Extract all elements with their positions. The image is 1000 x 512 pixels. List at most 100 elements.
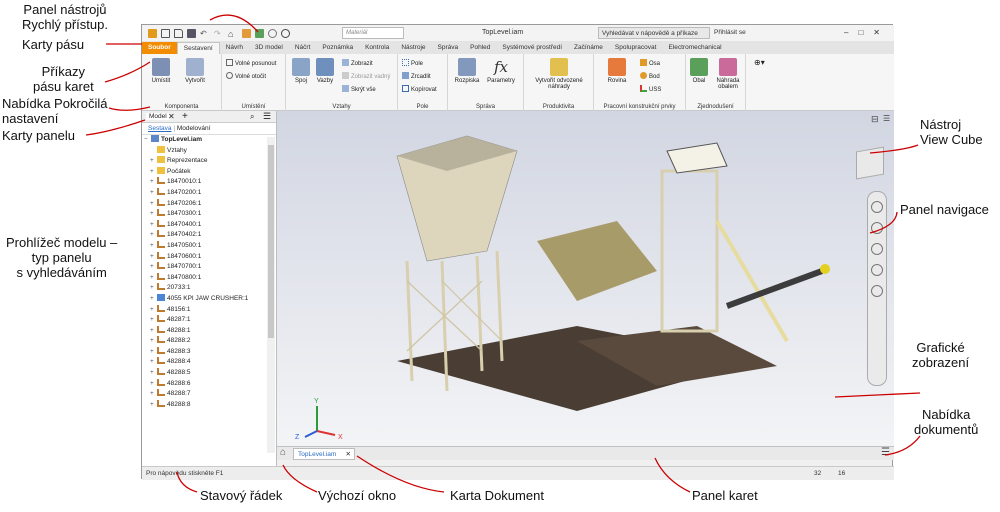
pan-icon[interactable] bbox=[871, 222, 883, 234]
expand-icon[interactable]: + bbox=[150, 273, 157, 284]
show-sick-button[interactable]: Zobrazit vadný bbox=[342, 72, 390, 80]
document-tab[interactable]: TopLevel.iam ✕ bbox=[293, 448, 355, 460]
shrinkwrap-substitute-button[interactable]: Náhrada obalem bbox=[712, 58, 744, 90]
app-logo-icon[interactable] bbox=[148, 28, 157, 38]
tree-item[interactable]: +48288:1 bbox=[144, 325, 276, 337]
tab-annotate[interactable]: Poznámka bbox=[316, 42, 359, 54]
expand-icon[interactable]: + bbox=[150, 199, 157, 210]
point-button[interactable]: Bod bbox=[640, 72, 660, 80]
view-menu-icon[interactable]: ☰ bbox=[883, 114, 890, 123]
tree-item[interactable]: +18470700:1 bbox=[144, 262, 276, 273]
tab-file[interactable]: Soubor bbox=[142, 42, 177, 54]
subtab-modeling[interactable]: Modelování bbox=[177, 125, 211, 132]
expand-icon[interactable]: + bbox=[150, 188, 157, 199]
plane-button[interactable]: Rovina bbox=[602, 58, 632, 84]
redo-icon[interactable]: ↷ bbox=[214, 29, 224, 38]
undo-icon[interactable]: ↶ bbox=[200, 29, 210, 38]
tab-sketch[interactable]: Náčrt bbox=[289, 42, 317, 54]
expand-icon[interactable]: + bbox=[150, 283, 157, 294]
help-search-input[interactable]: Vyhledávat v nápovědě a příkaze bbox=[598, 27, 710, 39]
constrain-button[interactable]: Vazby bbox=[310, 58, 340, 84]
expand-icon[interactable]: + bbox=[150, 177, 157, 188]
tree-item[interactable]: +48288:2 bbox=[144, 336, 276, 347]
panel-title[interactable]: Zjednodušení bbox=[686, 104, 745, 110]
hide-all-button[interactable]: Skrýt vše bbox=[342, 85, 376, 93]
search-icon[interactable]: ⌕ bbox=[250, 112, 254, 122]
zoom-icon[interactable] bbox=[871, 243, 883, 255]
subtab-assembly[interactable]: Sestava bbox=[148, 125, 172, 132]
appearance-icon[interactable] bbox=[268, 28, 277, 38]
menu-icon[interactable]: ☰ bbox=[263, 111, 271, 122]
expand-icon[interactable]: + bbox=[150, 326, 157, 337]
tab-3d-model[interactable]: 3D model bbox=[249, 42, 289, 54]
expand-icon[interactable]: + bbox=[150, 209, 157, 220]
tree-item[interactable]: +48288:4 bbox=[144, 357, 276, 368]
full-navigation-wheel-icon[interactable] bbox=[871, 201, 883, 213]
document-menu-icon[interactable]: ☰ bbox=[881, 447, 890, 458]
shrinkwrap-button[interactable]: Obal bbox=[688, 58, 710, 84]
tree-item[interactable]: +48156:1 bbox=[144, 304, 276, 316]
tree-item[interactable]: +48288:5 bbox=[144, 368, 276, 379]
expand-icon[interactable]: + bbox=[150, 336, 157, 347]
look-at-icon[interactable] bbox=[871, 285, 883, 297]
expand-icon[interactable]: + bbox=[150, 379, 157, 390]
project-icon[interactable] bbox=[255, 28, 264, 38]
tree-item[interactable]: +18470402:1 bbox=[144, 230, 276, 241]
material-combo[interactable]: Materiál bbox=[342, 27, 404, 39]
expand-icon[interactable]: + bbox=[150, 389, 157, 400]
parameters-button[interactable]: fx Parametry bbox=[486, 58, 516, 84]
tree-item[interactable]: +4055 KPI JAW CRUSHER:1 bbox=[144, 293, 276, 305]
graphics-window[interactable]: Y X Z ⊟ ☰ bbox=[277, 111, 894, 446]
expand-icon[interactable]: + bbox=[150, 156, 157, 167]
expand-icon[interactable]: + bbox=[150, 220, 157, 231]
tree-item[interactable]: +20733:1 bbox=[144, 283, 276, 294]
orbit-icon[interactable] bbox=[871, 264, 883, 276]
free-rotate-button[interactable]: Volné otočit bbox=[226, 72, 266, 80]
view-cube[interactable] bbox=[856, 146, 884, 180]
home-icon[interactable]: ⌂ bbox=[280, 447, 286, 458]
panel-title[interactable]: Pracovní konstrukční prvky bbox=[594, 104, 685, 110]
tree-item[interactable]: +18470400:1 bbox=[144, 219, 276, 231]
new-icon[interactable] bbox=[161, 28, 170, 38]
create-button[interactable]: Vytvořit bbox=[180, 58, 210, 84]
tab-tools[interactable]: Nástroje bbox=[395, 42, 431, 54]
clear-override-icon[interactable] bbox=[281, 28, 290, 38]
tree-item[interactable]: Vztahy bbox=[144, 145, 276, 157]
tree-item[interactable]: +48288:7 bbox=[144, 389, 276, 400]
view-tiling-icon[interactable]: ⊟ bbox=[871, 114, 879, 125]
axis-button[interactable]: Osa bbox=[640, 59, 660, 67]
tree-item[interactable]: +18470200:1 bbox=[144, 187, 276, 199]
browser-tab-model[interactable]: Model bbox=[146, 113, 170, 120]
panel-title[interactable]: Umístění bbox=[222, 104, 285, 110]
add-browser-icon[interactable]: + bbox=[182, 111, 188, 122]
scrollbar-thumb[interactable] bbox=[268, 145, 274, 338]
bom-button[interactable]: Rozpiska bbox=[452, 58, 482, 84]
expand-icon[interactable]: + bbox=[150, 241, 157, 252]
show-button[interactable]: Zobrazit bbox=[342, 59, 373, 67]
tree-item[interactable]: +18470010:1 bbox=[144, 177, 276, 188]
tab-view[interactable]: Pohled bbox=[464, 42, 496, 54]
place-button[interactable]: Umístit bbox=[146, 58, 176, 84]
add-panel-icon[interactable]: ⊕▾ bbox=[754, 58, 765, 67]
window-controls[interactable]: –□✕ bbox=[844, 28, 890, 37]
derived-substitutes-button[interactable]: Vytvořit odvozené náhrady bbox=[530, 58, 588, 90]
tab-get-started[interactable]: Začínáme bbox=[568, 42, 609, 54]
tree-item[interactable]: +48288:6 bbox=[144, 378, 276, 390]
free-move-button[interactable]: Volné posunout bbox=[226, 59, 276, 67]
tab-assemble[interactable]: Sestavení bbox=[176, 42, 220, 54]
expand-icon[interactable]: + bbox=[150, 262, 157, 273]
sign-in-link[interactable]: Přihlásit se bbox=[714, 29, 746, 36]
tree-item[interactable]: +48288:8 bbox=[144, 399, 276, 411]
tab-design[interactable]: Návrh bbox=[220, 42, 249, 54]
expand-icon[interactable]: + bbox=[150, 357, 157, 368]
tree-item[interactable]: +48287:1 bbox=[144, 315, 276, 326]
browser-scrollbar[interactable] bbox=[267, 137, 275, 453]
tab-environments[interactable]: Systémové prostředí bbox=[496, 42, 568, 54]
panel-title[interactable]: Pole bbox=[398, 104, 447, 110]
panel-title[interactable]: Správa bbox=[448, 104, 523, 110]
tab-inspect[interactable]: Kontrola bbox=[359, 42, 395, 54]
tree-item[interactable]: +18470206:1 bbox=[144, 198, 276, 210]
expand-icon[interactable]: + bbox=[150, 252, 157, 263]
save-icon[interactable] bbox=[187, 28, 196, 38]
tab-electromechanical[interactable]: Electromechanical bbox=[662, 42, 727, 54]
